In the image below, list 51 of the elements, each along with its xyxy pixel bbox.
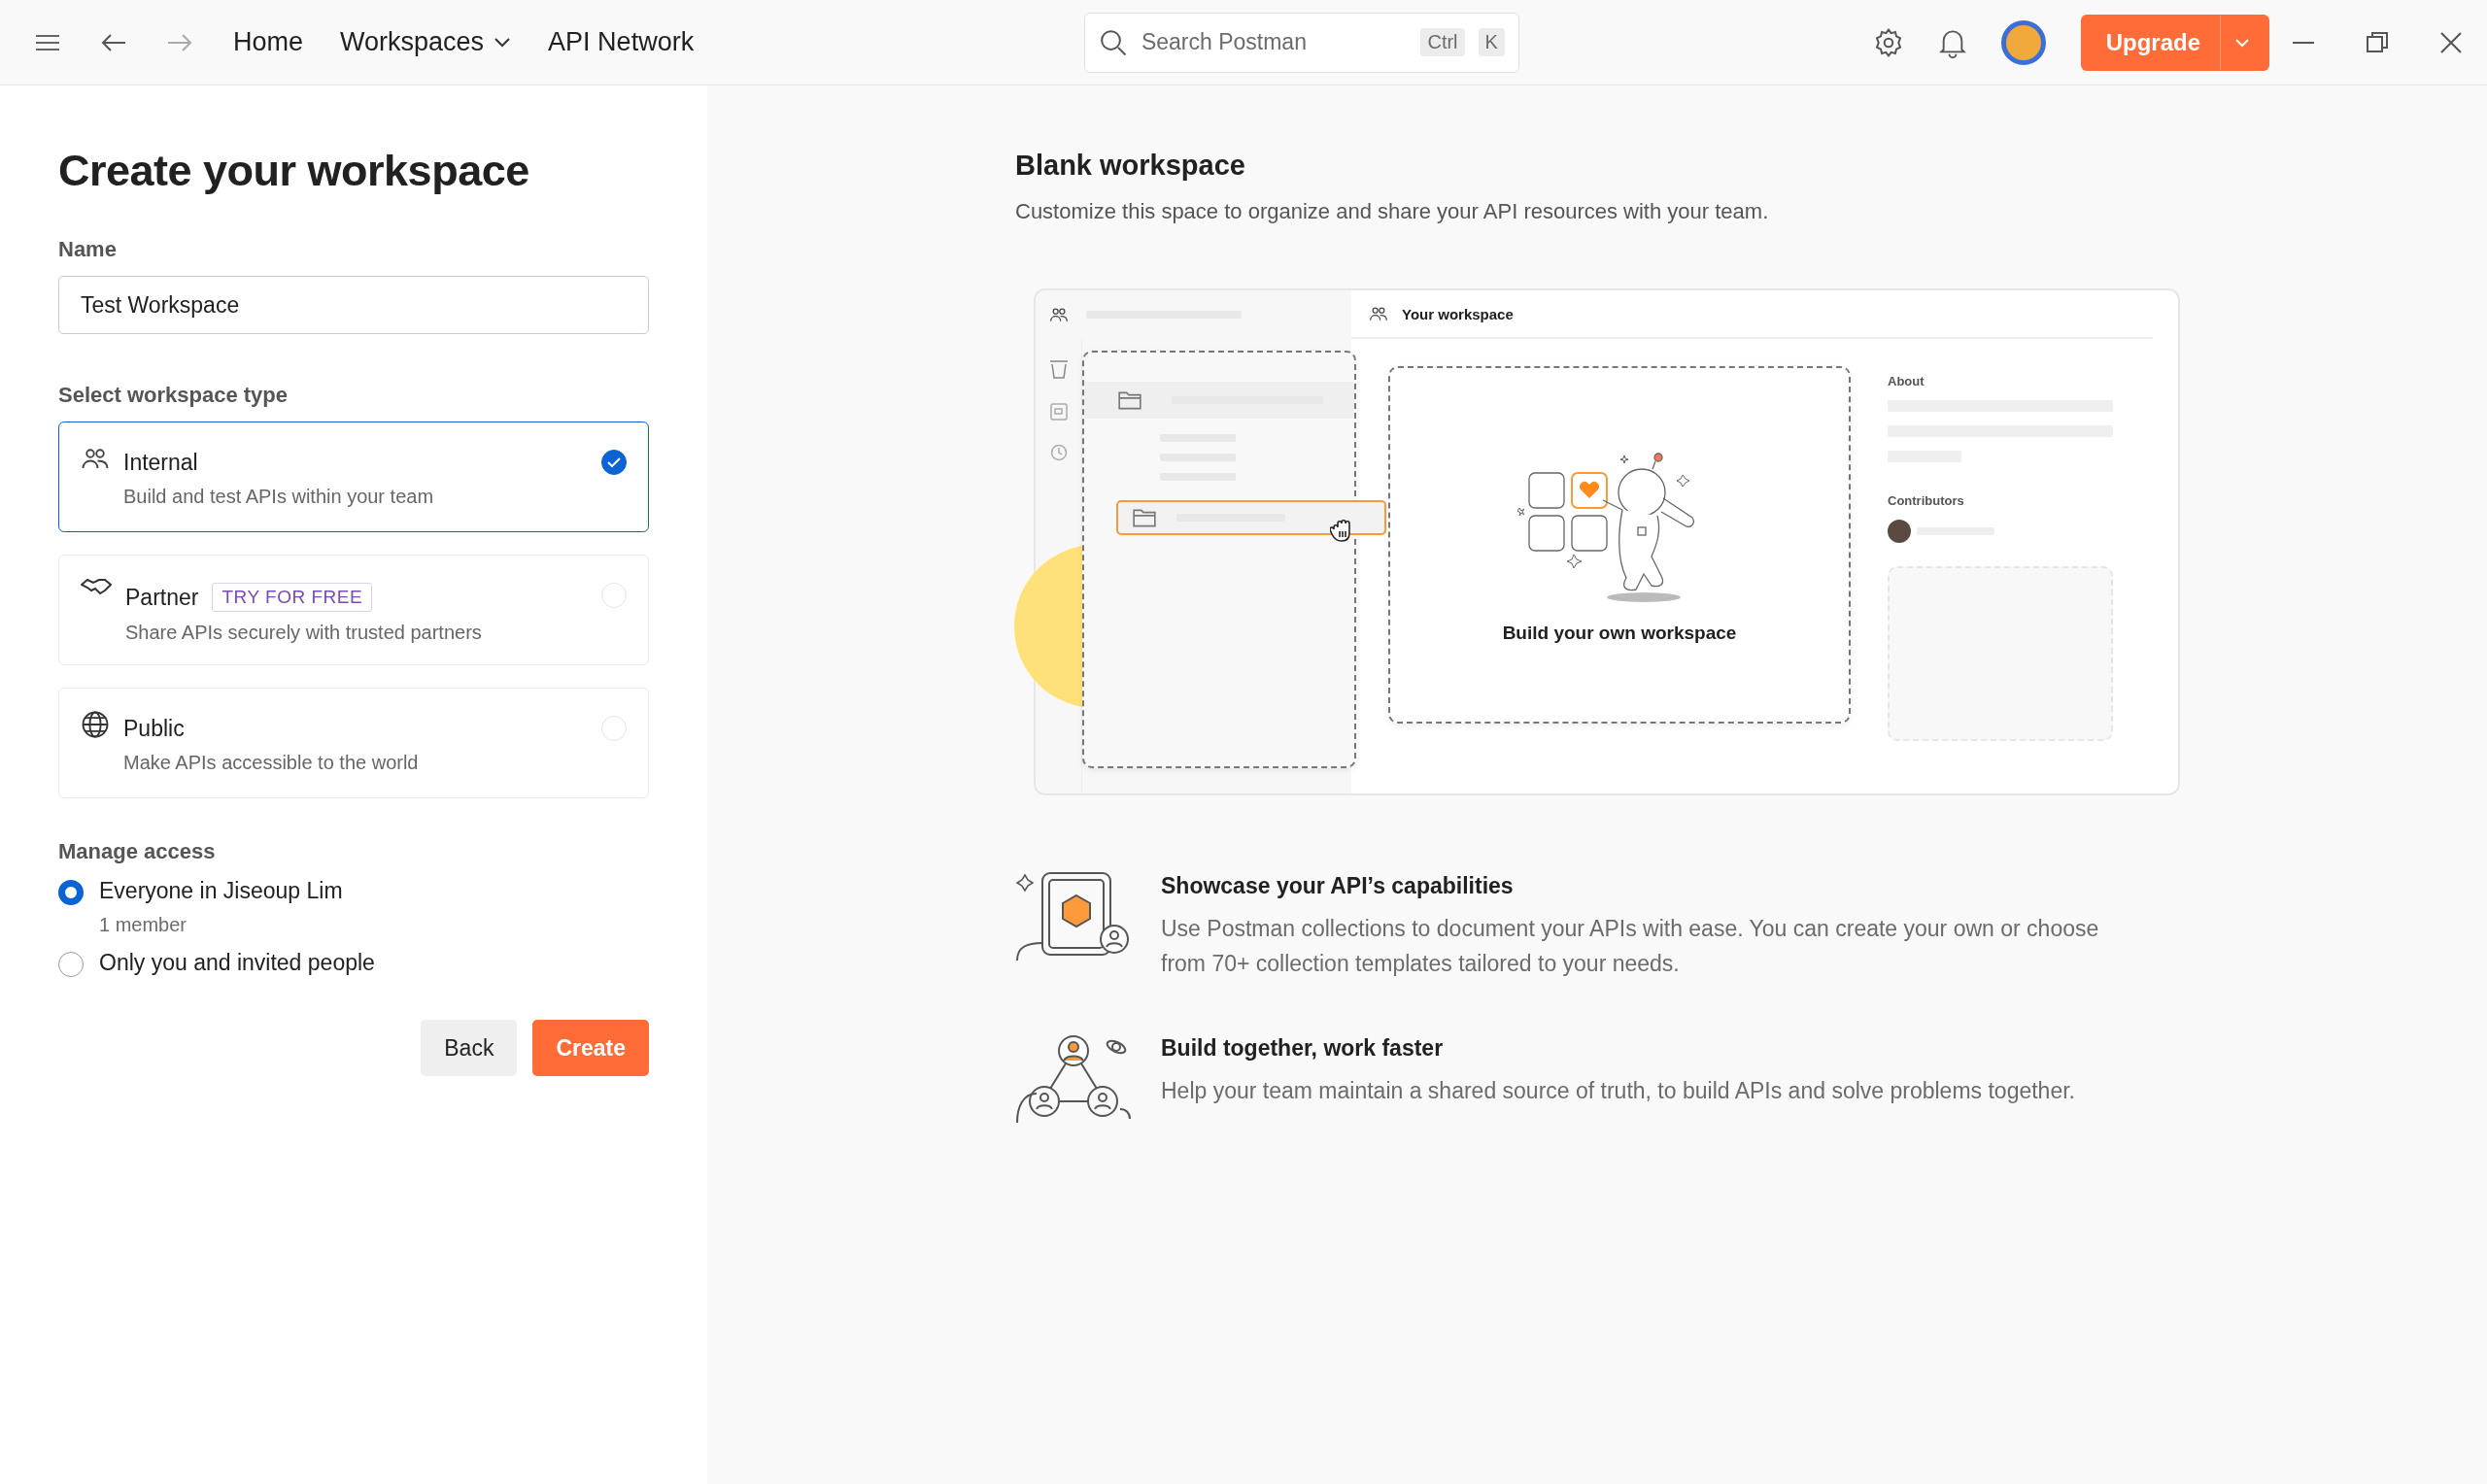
option-description: Build and test APIs within your team	[123, 486, 434, 508]
trash-icon	[1047, 358, 1070, 380]
folder-icon	[1117, 389, 1142, 411]
option-description: Share APIs securely with trusted partners	[125, 622, 482, 644]
feature-description: Help your team maintain a shared source of truth, to build APIs and solve problems together.	[1161, 1077, 2076, 1105]
feature-description: Use Postman collections to document your APIs with ease. You can create your own or choose from 70+ collection templates tailored to your needs.	[1161, 915, 2100, 978]
menu-icon[interactable]	[35, 33, 60, 51]
option-title: Partner	[125, 584, 199, 611]
avatar	[1888, 520, 1911, 543]
chevron-down-icon	[2234, 37, 2250, 48]
search-field[interactable]: Search Postman Ctrl K	[1083, 12, 1519, 73]
search-icon	[1098, 27, 1128, 57]
preview-description: Customize this space to organize and share your API resources with your team.	[1015, 199, 1769, 224]
member-count: 1 member	[99, 914, 187, 936]
feature-title: Showcase your API’s capabilities	[1161, 873, 1514, 899]
section-label: Select workspace type	[58, 383, 288, 408]
about-heading: About	[1888, 374, 1925, 388]
history-icon	[1049, 444, 1068, 461]
window-icon	[1049, 403, 1068, 421]
nav-link[interactable]: Workspaces	[340, 27, 512, 57]
back-arrow-icon[interactable]	[101, 32, 126, 52]
shortcut-key: K	[1478, 28, 1505, 56]
folder-icon	[1132, 507, 1157, 528]
nav-link[interactable]: API Network	[548, 27, 695, 57]
name-input[interactable]: Test Workspace	[58, 276, 649, 334]
field-label: Name	[58, 237, 117, 262]
radio-label: Only you and invited people	[99, 950, 375, 976]
workspace-type-option[interactable]: Partner TRY FOR FREE Share APIs securely with trusted partners	[58, 555, 649, 665]
workspace-header: Your workspace	[1402, 305, 1514, 322]
card-caption: Build your own workspace	[1502, 623, 1737, 644]
close-icon[interactable]	[2438, 29, 2464, 55]
globe-icon	[81, 710, 110, 739]
selection-indicator[interactable]	[601, 450, 627, 475]
chevron-down-icon	[494, 36, 512, 49]
restore-icon[interactable]	[2365, 29, 2390, 55]
workspace-type-option[interactable]: Public Make APIs accessible to the world	[58, 688, 649, 798]
workspace-type-option[interactable]: Internal Build and test APIs within your team	[58, 422, 649, 532]
contributors-heading: Contributors	[1888, 493, 1964, 508]
nav-link[interactable]: Home	[233, 27, 304, 57]
shortcut-key: Ctrl	[1420, 28, 1465, 56]
option-title: Internal	[123, 450, 198, 476]
option-description: Make APIs accessible to the world	[123, 752, 419, 774]
page-title: Create your workspace	[58, 146, 530, 196]
back-button[interactable]: Back	[421, 1020, 518, 1076]
preview-title: Blank workspace	[1015, 150, 1245, 182]
feature-title: Build together, work faster	[1161, 1035, 1444, 1062]
option-title: Public	[123, 716, 185, 742]
section-label: Manage access	[58, 839, 216, 864]
radio-label: Everyone in Jiseoup Lim	[99, 878, 343, 904]
trial-tag: TRY FOR FREE	[212, 583, 373, 612]
radio-button[interactable]	[58, 880, 84, 905]
